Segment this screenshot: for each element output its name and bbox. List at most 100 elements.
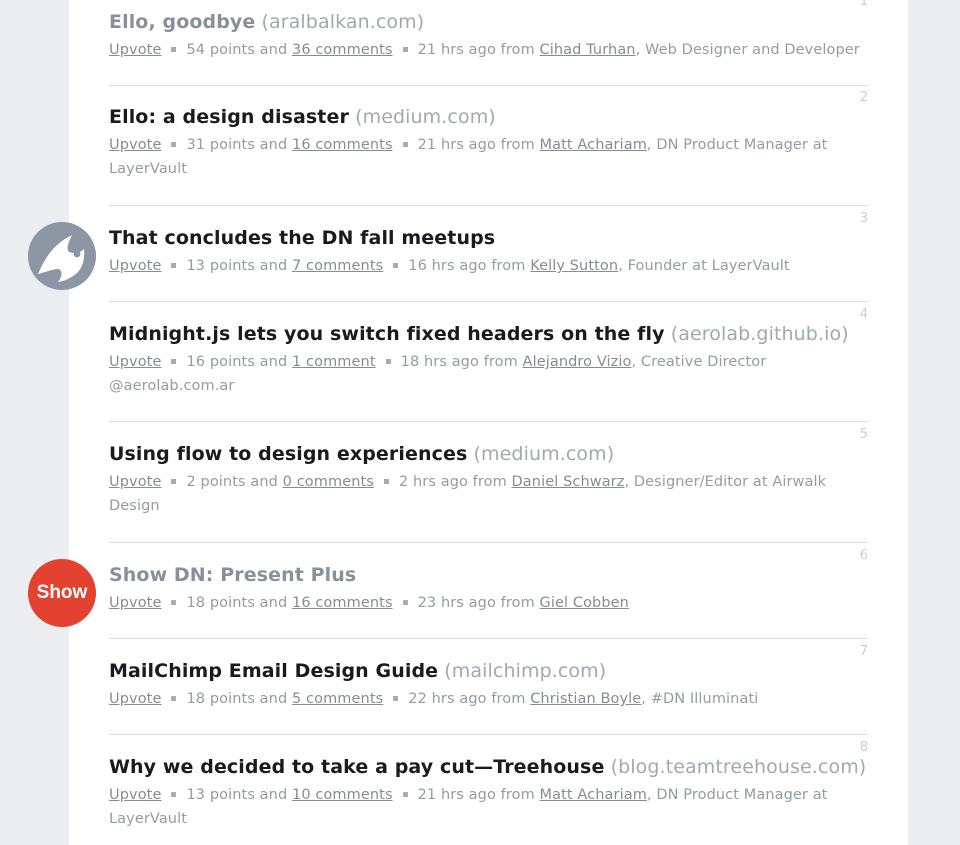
- story-domain: (medium.com): [355, 106, 496, 128]
- separator-dot: [402, 599, 408, 605]
- comments-link[interactable]: 5 comments: [292, 691, 383, 707]
- upvote-link[interactable]: Upvote: [109, 354, 161, 370]
- story-title-link[interactable]: MailChimp Email Design Guide: [109, 660, 438, 682]
- points-text: 13 points and: [186, 258, 288, 274]
- points-text: 18 points and: [186, 595, 288, 611]
- time-text: 23 hrs ago from: [417, 595, 535, 611]
- story-meta: Upvote 18 points and 16 comments 23 hrs ag…: [109, 591, 864, 615]
- story-meta: Upvote 31 points and 16 comments 21 hrs ag…: [109, 133, 864, 181]
- story-rank: 4: [859, 307, 868, 322]
- points-text: 18 points and: [186, 691, 288, 707]
- story-rank: 3: [859, 211, 868, 226]
- story-item: 2 Ello: a design disaster (medium.com) U…: [109, 86, 868, 206]
- story-title-link[interactable]: Using flow to design experiences: [109, 443, 467, 465]
- story-rank: 6: [859, 548, 868, 563]
- comments-link[interactable]: 36 comments: [292, 42, 393, 58]
- upvote-link[interactable]: Upvote: [109, 42, 161, 58]
- separator-dot: [171, 358, 177, 364]
- story-meta: Upvote 18 points and 5 comments 22 hrs ago…: [109, 687, 864, 711]
- story-domain: (medium.com): [473, 443, 615, 465]
- upvote-link[interactable]: Upvote: [109, 595, 161, 611]
- time-text: 21 hrs ago from: [417, 42, 535, 58]
- story-title-link[interactable]: Ello: a design disaster: [109, 106, 349, 128]
- story-rank: 8: [859, 740, 868, 755]
- separator-dot: [171, 478, 177, 484]
- comments-link[interactable]: 0 comments: [283, 474, 374, 490]
- time-text: 21 hrs ago from: [417, 137, 535, 153]
- upvote-link[interactable]: Upvote: [109, 137, 161, 153]
- author-link[interactable]: Christian Boyle: [530, 691, 641, 707]
- story-title-line: Using flow to design experiences (medium…: [109, 442, 868, 466]
- points-text: 13 points and: [186, 787, 288, 803]
- author-title: , Web Designer and Developer: [635, 42, 860, 58]
- story-title-link[interactable]: Midnight.js lets you switch fixed header…: [109, 323, 665, 345]
- dn-logo-glyph: [38, 235, 85, 282]
- story-title-line: Ello, goodbye (aralbalkan.com): [109, 10, 868, 34]
- separator-dot: [171, 262, 177, 268]
- separator-dot: [393, 262, 399, 268]
- points-text: 31 points and: [186, 137, 288, 153]
- story-list-panel: 1 Ello, goodbye (aralbalkan.com) Upvote 5…: [69, 0, 908, 845]
- story-domain: (blog.teamtreehouse.com): [610, 756, 867, 778]
- story-item: 1 Ello, goodbye (aralbalkan.com) Upvote 5…: [109, 0, 868, 86]
- points-text: 16 points and: [186, 354, 288, 370]
- story-item: 7 MailChimp Email Design Guide (mailchim…: [109, 639, 868, 735]
- dn-logo-icon[interactable]: [28, 222, 96, 290]
- time-text: 16 hrs ago from: [408, 258, 526, 274]
- story-item: 6 Show DN: Present Plus Upvote 18 points …: [109, 543, 868, 639]
- author-link[interactable]: Alejandro Vizio: [523, 354, 632, 370]
- time-text: 22 hrs ago from: [408, 691, 526, 707]
- story-meta: Upvote 13 points and 7 comments 16 hrs ago…: [109, 254, 864, 278]
- upvote-link[interactable]: Upvote: [109, 474, 161, 490]
- story-title-link[interactable]: Ello, goodbye: [109, 11, 255, 33]
- author-link[interactable]: Daniel Schwarz: [512, 474, 625, 490]
- author-link[interactable]: Cihad Turhan: [540, 42, 636, 58]
- story-item: 8 Why we decided to take a pay cut—Treeh…: [109, 735, 868, 845]
- story-rank: 7: [859, 644, 868, 659]
- separator-dot: [171, 599, 177, 605]
- story-meta: Upvote 54 points and 36 comments 21 hrs ag…: [109, 38, 864, 62]
- show-badge[interactable]: Show: [28, 559, 96, 627]
- comments-link[interactable]: 10 comments: [292, 787, 393, 803]
- comments-link[interactable]: 16 comments: [292, 137, 393, 153]
- story-rank: 2: [859, 90, 868, 105]
- author-link[interactable]: Kelly Sutton: [530, 258, 618, 274]
- points-text: 2 points and: [186, 474, 278, 490]
- separator-dot: [402, 791, 408, 797]
- separator-dot: [171, 141, 177, 147]
- upvote-link[interactable]: Upvote: [109, 258, 161, 274]
- points-text: 54 points and: [186, 42, 288, 58]
- upvote-link[interactable]: Upvote: [109, 691, 161, 707]
- author-title: , #DN Illuminati: [641, 691, 759, 707]
- upvote-link[interactable]: Upvote: [109, 787, 161, 803]
- story-domain: (mailchimp.com): [444, 660, 607, 682]
- author-title: , Founder at LayerVault: [618, 258, 790, 274]
- time-text: 2 hrs ago from: [398, 474, 507, 490]
- story-title-line: Why we decided to take a pay cut—Treehou…: [109, 755, 868, 779]
- separator-dot: [393, 695, 399, 701]
- separator-dot: [171, 695, 177, 701]
- separator-dot: [171, 791, 177, 797]
- story-title-link[interactable]: Why we decided to take a pay cut—Treehou…: [109, 756, 604, 778]
- story-rank: 1: [859, 0, 868, 9]
- story-domain: (aerolab.github.io): [670, 323, 849, 345]
- comments-link[interactable]: 16 comments: [292, 595, 393, 611]
- separator-dot: [402, 141, 408, 147]
- story-title-line: Midnight.js lets you switch fixed header…: [109, 322, 868, 346]
- author-link[interactable]: Giel Cobben: [540, 595, 629, 611]
- story-meta: Upvote 16 points and 1 comment 18 hrs ago …: [109, 350, 864, 398]
- story-item: 3 That concludes the DN fall meetups Upv…: [109, 206, 868, 302]
- story-title-line: Ello: a design disaster (medium.com): [109, 105, 868, 129]
- story-title-link[interactable]: Show DN: Present Plus: [109, 564, 356, 586]
- story-item: 4 Midnight.js lets you switch fixed head…: [109, 302, 868, 422]
- separator-dot: [385, 358, 391, 364]
- author-link[interactable]: Matt Achariam: [540, 137, 647, 153]
- separator-dot: [383, 478, 389, 484]
- comments-link[interactable]: 7 comments: [292, 258, 383, 274]
- comments-link[interactable]: 1 comment: [292, 354, 376, 370]
- separator-dot: [171, 46, 177, 52]
- story-title-link[interactable]: That concludes the DN fall meetups: [109, 227, 495, 249]
- time-text: 21 hrs ago from: [417, 787, 535, 803]
- story-meta: Upvote 2 points and 0 comments 2 hrs ago f…: [109, 470, 864, 518]
- author-link[interactable]: Matt Achariam: [540, 787, 647, 803]
